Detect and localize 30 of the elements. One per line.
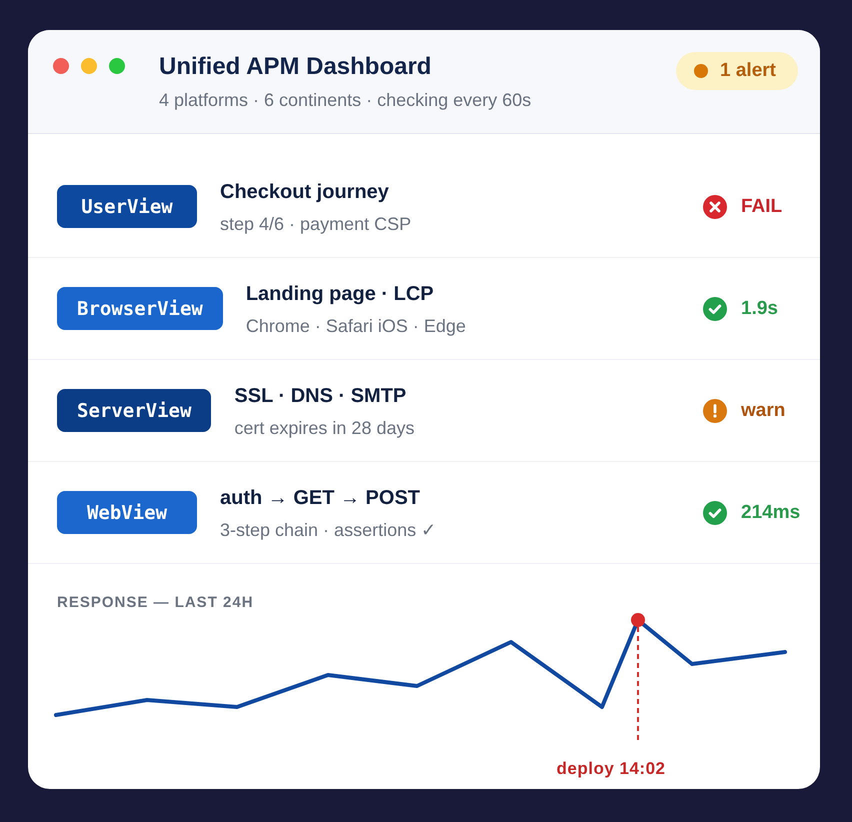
alert-dot-icon — [694, 64, 708, 78]
status-value: 1.9s — [741, 298, 778, 320]
deploy-label: deploy 14:02 — [556, 759, 666, 778]
check-title: auth → GET → POST — [220, 486, 422, 510]
exclamation-circle-icon — [703, 398, 727, 422]
window-zoom-icon[interactable] — [109, 58, 125, 74]
check-detail: 3-step chain · assertions ✓ — [220, 518, 438, 540]
check-circle-icon — [703, 296, 727, 320]
check-title: SSL · DNS · SMTP — [234, 384, 408, 408]
chart-title: RESPONSE — LAST 24H — [56, 594, 255, 612]
platform-tag: BrowserView — [57, 287, 223, 330]
platform-tag: UserView — [57, 185, 197, 228]
status-value: 214ms — [741, 502, 800, 524]
dashboard-subtitle: 4 platforms · 6 continents · checking every 60s — [159, 89, 532, 111]
status-value: FAIL — [741, 196, 782, 218]
dashboard-title: Unified APM Dashboard — [159, 52, 432, 82]
check-detail: Chrome · Safari iOS · Edge — [246, 314, 467, 336]
window-close-icon[interactable] — [53, 58, 69, 74]
check-detail: step 4/6 · payment CSP — [220, 212, 412, 234]
platform-tag: ServerView — [57, 389, 212, 432]
check-title: Landing page · LCP — [246, 282, 435, 306]
check-circle-icon — [703, 500, 727, 524]
cross-circle-icon — [703, 194, 727, 218]
check-detail: cert expires in 28 days — [234, 416, 416, 438]
window-minimize-icon[interactable] — [81, 58, 97, 74]
deploy-marker-icon — [631, 613, 645, 627]
status-value: warn — [741, 400, 786, 422]
alert-pill[interactable]: 1 alert — [676, 52, 798, 90]
platform-tag: WebView — [57, 491, 197, 534]
check-title: Checkout journey — [220, 180, 390, 204]
